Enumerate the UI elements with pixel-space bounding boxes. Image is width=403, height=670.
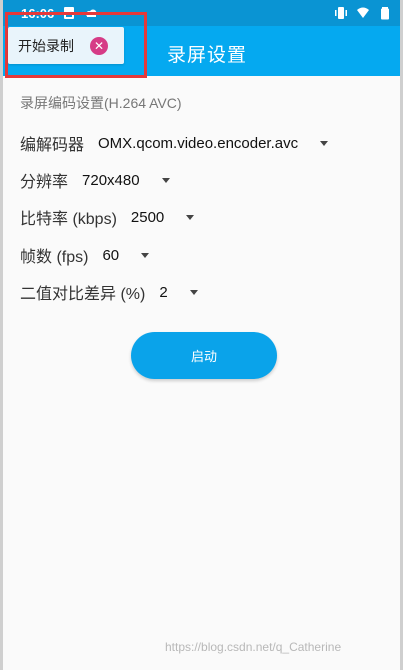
start-recording-chip[interactable]: 开始录制 ✕ xyxy=(8,27,124,64)
diff-value: 2 xyxy=(159,283,168,301)
dropdown-arrow-icon xyxy=(189,289,198,295)
resolution-spinner[interactable]: 720x480 xyxy=(82,172,170,189)
app-bar-title: 录屏设置 xyxy=(167,45,248,66)
fps-value: 60 xyxy=(102,246,120,264)
setting-row-codec: 编解码器 OMX.qcom.video.encoder.avc xyxy=(20,129,329,157)
dropdown-arrow-icon xyxy=(141,252,150,258)
status-right xyxy=(334,6,392,20)
watermark: https://blog.csdn.net/q_Catherine xyxy=(165,640,342,654)
fps-spinner[interactable]: 60 xyxy=(102,246,150,264)
dropdown-arrow-icon xyxy=(320,140,329,146)
codec-value: OMX.qcom.video.encoder.avc xyxy=(98,134,299,152)
close-icon[interactable]: ✕ xyxy=(90,36,108,55)
setting-row-diff: 二值对比差异 (%) 2 xyxy=(20,278,198,306)
resolution-value: 720x480 xyxy=(82,171,140,189)
start-recording-label: 开始录制 xyxy=(18,37,74,54)
resolution-label: 分辨率 xyxy=(20,174,69,191)
dropdown-arrow-icon xyxy=(161,177,170,183)
setting-row-bitrate: 比特率 (kbps) 2500 xyxy=(20,203,195,231)
start-button[interactable]: 启动 xyxy=(131,332,277,379)
codec-spinner[interactable]: OMX.qcom.video.encoder.avc xyxy=(98,134,329,152)
battery-icon xyxy=(378,6,392,20)
setting-row-fps: 帧数 (fps) 60 xyxy=(20,241,150,269)
dropdown-arrow-icon xyxy=(186,214,195,220)
setting-row-resolution: 分辨率 720x480 xyxy=(20,166,170,194)
section-title: 录屏编码设置(H.264 AVC) xyxy=(20,95,182,111)
bitrate-spinner[interactable]: 2500 xyxy=(130,208,195,226)
codec-label: 编解码器 xyxy=(20,137,85,154)
bitrate-value: 2500 xyxy=(130,208,165,226)
fps-label: 帧数 (fps) xyxy=(20,249,89,266)
diff-spinner[interactable]: 2 xyxy=(159,283,198,301)
wifi-icon xyxy=(356,6,370,20)
diff-label: 二值对比差异 (%) xyxy=(20,286,146,303)
bitrate-label: 比特率 (kbps) xyxy=(20,211,117,228)
vibrate-icon xyxy=(334,6,348,20)
phone-screen: 16:06 录屏设置 开始录制 ✕ 录屏编码设置(H.264 AVC) 编解码器… xyxy=(0,0,403,670)
